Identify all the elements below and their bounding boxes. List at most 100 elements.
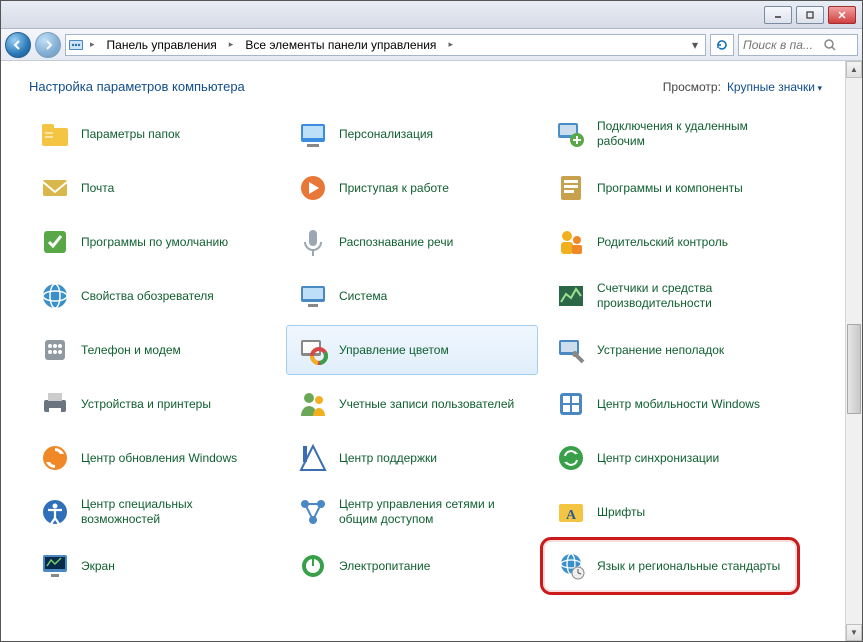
scroll-track[interactable]	[846, 78, 862, 624]
nav-back-button[interactable]	[5, 32, 31, 58]
item-speech[interactable]: Распознавание речи	[287, 218, 537, 266]
breadcrumb-item[interactable]: Все элементы панели управления	[239, 35, 442, 55]
item-label: Персонализация	[339, 127, 433, 142]
titlebar	[1, 1, 862, 29]
item-label: Управление цветом	[339, 343, 449, 358]
items-grid: Параметры папок Персонализация Подключения…	[29, 110, 862, 590]
item-windows-update[interactable]: Центр обновления Windows	[29, 434, 279, 482]
item-programs-features[interactable]: Программы и компоненты	[545, 164, 795, 212]
internet-options-icon	[37, 278, 73, 314]
item-label: Центр синхронизации	[597, 451, 719, 466]
getting-started-icon	[295, 170, 331, 206]
window: ▸ Панель управления ▸ Все элементы панел…	[0, 0, 863, 642]
maximize-button[interactable]	[796, 6, 824, 24]
item-label: Экран	[81, 559, 115, 574]
item-mail[interactable]: Почта	[29, 164, 279, 212]
region-lang-icon	[553, 548, 589, 584]
display-icon	[37, 548, 73, 584]
troubleshoot-icon	[553, 332, 589, 368]
page-title: Настройка параметров компьютера	[29, 79, 663, 94]
search-box[interactable]	[738, 34, 858, 56]
minimize-button[interactable]	[764, 6, 792, 24]
item-default-programs[interactable]: Программы по умолчанию	[29, 218, 279, 266]
item-color-mgmt[interactable]: Управление цветом	[287, 326, 537, 374]
fonts-icon: A	[553, 494, 589, 530]
svg-text:A: A	[566, 508, 577, 523]
folder-options-icon	[37, 116, 73, 152]
item-label: Распознавание речи	[339, 235, 453, 250]
chevron-right-icon: ▸	[446, 39, 455, 50]
item-mobility[interactable]: Центр мобильности Windows	[545, 380, 795, 428]
item-label: Устройства и принтеры	[81, 397, 211, 412]
item-label: Приступая к работе	[339, 181, 449, 196]
view-mode-dropdown[interactable]: Крупные значки	[727, 80, 822, 94]
search-icon	[823, 38, 837, 52]
item-label: Центр обновления Windows	[81, 451, 237, 466]
item-label: Система	[339, 289, 387, 304]
scroll-down-button[interactable]: ▼	[846, 624, 862, 641]
sync-center-icon	[553, 440, 589, 476]
item-label: Шрифты	[597, 505, 645, 520]
address-dropdown[interactable]: ▾	[687, 38, 703, 52]
item-remote-desktop[interactable]: Подключения к удаленным рабочим	[545, 110, 795, 158]
item-power[interactable]: Электропитание	[287, 542, 537, 590]
network-sharing-icon	[295, 494, 331, 530]
item-display[interactable]: Экран	[29, 542, 279, 590]
item-sync-center[interactable]: Центр синхронизации	[545, 434, 795, 482]
item-label: Язык и региональные стандарты	[597, 559, 780, 574]
close-button[interactable]	[828, 6, 856, 24]
item-label: Центр поддержки	[339, 451, 437, 466]
search-input[interactable]	[743, 38, 823, 52]
navbar: ▸ Панель управления ▸ Все элементы панел…	[1, 29, 862, 61]
item-label: Программы по умолчанию	[81, 235, 228, 250]
system-icon	[295, 278, 331, 314]
control-panel-icon	[68, 37, 84, 53]
main-panel: Настройка параметров компьютера Просмотр…	[1, 61, 862, 641]
speech-icon	[295, 224, 331, 260]
item-network-sharing[interactable]: Центр управления сетями и общим доступом	[287, 488, 537, 536]
mobility-icon	[553, 386, 589, 422]
personalization-icon	[295, 116, 331, 152]
ease-access-icon	[37, 494, 73, 530]
header-row: Настройка параметров компьютера Просмотр…	[29, 79, 862, 94]
perf-counters-icon	[553, 278, 589, 314]
color-mgmt-icon	[295, 332, 331, 368]
content-area: Настройка параметров компьютера Просмотр…	[1, 61, 862, 641]
phone-modem-icon	[37, 332, 73, 368]
item-user-accounts[interactable]: Учетные записи пользователей	[287, 380, 537, 428]
nav-forward-button[interactable]	[35, 32, 61, 58]
scrollbar[interactable]: ▲ ▼	[845, 61, 862, 641]
item-perf-counters[interactable]: Счетчики и средства производительности	[545, 272, 795, 320]
windows-update-icon	[37, 440, 73, 476]
item-internet-options[interactable]: Свойства обозревателя	[29, 272, 279, 320]
item-parental[interactable]: Родительский контроль	[545, 218, 795, 266]
item-system[interactable]: Система	[287, 272, 537, 320]
remote-desktop-icon	[553, 116, 589, 152]
scroll-thumb[interactable]	[847, 324, 861, 414]
address-bar[interactable]: ▸ Панель управления ▸ Все элементы панел…	[65, 34, 706, 56]
breadcrumb-item[interactable]: Панель управления	[101, 35, 223, 55]
devices-printers-icon	[37, 386, 73, 422]
item-label: Устранение неполадок	[597, 343, 724, 358]
refresh-button[interactable]	[710, 34, 734, 56]
item-ease-access[interactable]: Центр специальных возможностей	[29, 488, 279, 536]
item-action-center[interactable]: Центр поддержки	[287, 434, 537, 482]
item-devices-printers[interactable]: Устройства и принтеры	[29, 380, 279, 428]
item-label: Учетные записи пользователей	[339, 397, 514, 412]
item-region-lang[interactable]: Язык и региональные стандарты	[545, 542, 795, 590]
item-label: Свойства обозревателя	[81, 289, 214, 304]
user-accounts-icon	[295, 386, 331, 422]
parental-icon	[553, 224, 589, 260]
chevron-right-icon: ▸	[88, 39, 97, 50]
scroll-up-button[interactable]: ▲	[846, 61, 862, 78]
item-label: Центр управления сетями и общим доступом	[339, 497, 529, 527]
item-fonts[interactable]: A Шрифты	[545, 488, 795, 536]
item-troubleshoot[interactable]: Устранение неполадок	[545, 326, 795, 374]
item-label: Почта	[81, 181, 114, 196]
item-personalization[interactable]: Персонализация	[287, 110, 537, 158]
item-folder-options[interactable]: Параметры папок	[29, 110, 279, 158]
default-programs-icon	[37, 224, 73, 260]
item-phone-modem[interactable]: Телефон и модем	[29, 326, 279, 374]
item-getting-started[interactable]: Приступая к работе	[287, 164, 537, 212]
item-label: Центр специальных возможностей	[81, 497, 271, 527]
